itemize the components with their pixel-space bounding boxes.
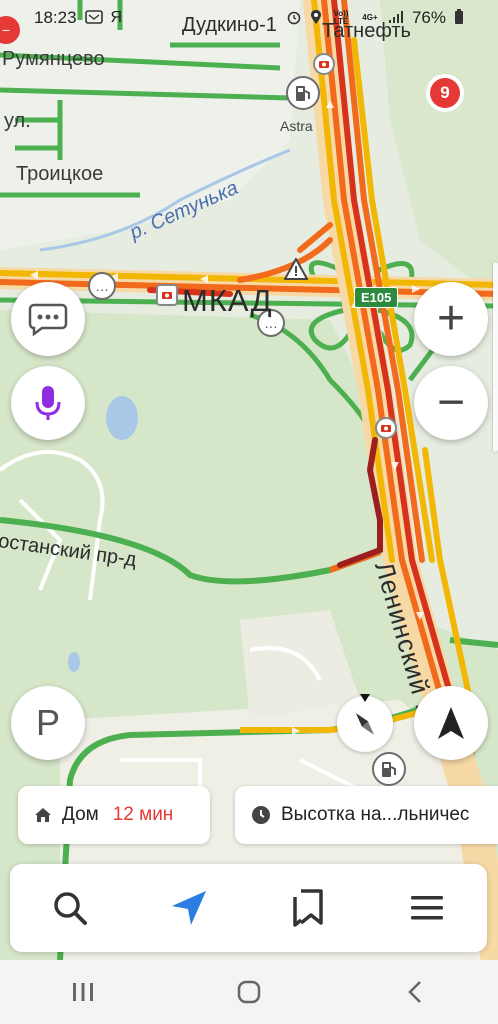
alarm-icon bbox=[286, 9, 302, 27]
volte-indicator: Vo)) LTE bbox=[333, 9, 349, 26]
bookmarks-icon bbox=[293, 889, 323, 927]
voice-search-button[interactable] bbox=[11, 366, 85, 440]
parking-label: P bbox=[35, 702, 60, 743]
menu-button[interactable] bbox=[392, 873, 462, 943]
location-icon bbox=[310, 9, 322, 27]
screen: … … − Дудкино-1 Татнефть Румянцево ул. Т… bbox=[0, 0, 498, 1024]
recent-place-card[interactable]: Высотка на...льничес bbox=[235, 786, 498, 844]
back-button[interactable] bbox=[385, 967, 445, 1017]
label-mkad: МКАД bbox=[182, 283, 273, 318]
route-shield-e105: E105 bbox=[354, 287, 399, 308]
camera-poi-icon[interactable] bbox=[313, 53, 335, 75]
label-rumyantsevo: Румянцево bbox=[2, 48, 105, 70]
battery-icon bbox=[454, 9, 464, 27]
parking-button[interactable]: P bbox=[11, 686, 85, 760]
android-nav-bar bbox=[0, 960, 498, 1024]
network-indicator: 4G+ bbox=[362, 13, 378, 22]
status-right: Vo)) LTE 4G+ 76% bbox=[286, 8, 464, 28]
home-travel-time: 12 мин bbox=[112, 804, 174, 825]
signal-icon bbox=[388, 10, 404, 26]
my-location-button[interactable] bbox=[414, 686, 488, 760]
bottom-toolbar bbox=[10, 864, 487, 952]
navigation-arrow-icon bbox=[171, 891, 206, 925]
camera-poi-icon[interactable] bbox=[375, 417, 397, 439]
label-troitskoe: Троицкое bbox=[16, 163, 104, 185]
search-icon bbox=[53, 892, 87, 925]
status-left: 18:23 Я bbox=[34, 8, 122, 28]
messenger-icon bbox=[84, 10, 103, 26]
compass-icon bbox=[356, 713, 374, 735]
label-street: ул. bbox=[4, 110, 31, 132]
label-astra: Astra bbox=[280, 118, 313, 134]
battery-percent: 76% bbox=[411, 8, 446, 27]
carrier-icon: Я bbox=[110, 9, 123, 26]
home-icon bbox=[35, 808, 51, 822]
back-icon bbox=[408, 981, 421, 1003]
edge-panel-handle[interactable] bbox=[493, 262, 498, 452]
home-label: Дом bbox=[62, 804, 99, 825]
zoom-out-label: − bbox=[436, 376, 466, 429]
navigation-button[interactable] bbox=[154, 873, 224, 943]
recent-apps-button[interactable] bbox=[53, 967, 113, 1017]
menu-icon bbox=[411, 896, 444, 920]
notifications-badge[interactable]: 9 bbox=[430, 78, 460, 108]
chat-icon bbox=[28, 303, 68, 336]
speed-camera-icon[interactable] bbox=[156, 284, 178, 306]
north-indicator-icon bbox=[360, 694, 370, 702]
chat-button[interactable] bbox=[11, 282, 85, 356]
location-arrow-icon bbox=[438, 707, 464, 739]
microphone-icon bbox=[35, 386, 61, 420]
fuel-station-icon[interactable] bbox=[372, 752, 406, 786]
chat-poi-icon[interactable]: … bbox=[88, 272, 116, 300]
bookmarks-button[interactable] bbox=[273, 873, 343, 943]
compass-button[interactable] bbox=[337, 696, 393, 752]
zoom-in-button[interactable]: + bbox=[414, 282, 488, 356]
recent-apps-icon bbox=[73, 983, 93, 1001]
home-card[interactable]: Дом 12 мин bbox=[18, 786, 210, 844]
home-button[interactable] bbox=[219, 967, 279, 1017]
fuel-station-icon[interactable] bbox=[286, 76, 320, 110]
warning-icon[interactable] bbox=[284, 258, 308, 280]
home-circle-icon bbox=[237, 980, 261, 1004]
status-bar: 18:23 Я Vo)) LTE 4G+ 76% bbox=[0, 0, 498, 36]
clock-icon bbox=[252, 806, 270, 824]
search-button[interactable] bbox=[35, 873, 105, 943]
recent-place-label: Высотка на...льничес bbox=[281, 804, 470, 825]
zoom-in-label: + bbox=[436, 292, 466, 345]
status-time: 18:23 bbox=[34, 8, 77, 27]
zoom-out-button[interactable]: − bbox=[414, 366, 488, 440]
